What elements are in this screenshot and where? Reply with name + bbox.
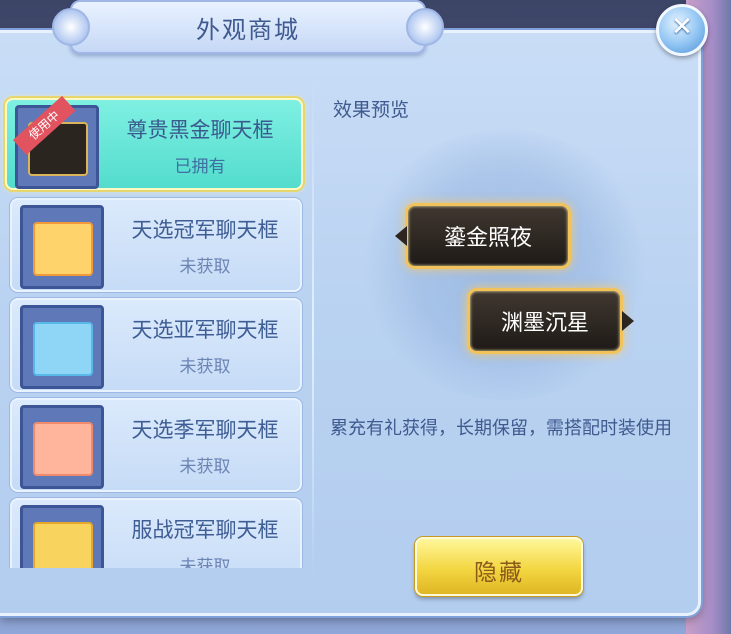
- item-name: 天选亚军聊天框: [131, 318, 279, 342]
- frame-thumbnail: [20, 505, 104, 568]
- item-description: 累充有礼获得，长期保留，需搭配时装使用: [330, 418, 672, 439]
- frame-thumbnail: [20, 305, 104, 389]
- item-name: 天选冠军聊天框: [131, 218, 279, 242]
- item-status: 未获取: [179, 457, 231, 477]
- frame-preview-icon: [33, 222, 93, 276]
- window-title: 外观商城: [196, 16, 300, 44]
- list-item[interactable]: 使用中 尊贵黑金聊天框 已拥有: [5, 95, 303, 190]
- list-item[interactable]: 天选季军聊天框 未获取: [10, 398, 302, 492]
- item-status: 未获取: [179, 357, 231, 377]
- item-name: 尊贵黑金聊天框: [126, 118, 274, 142]
- hide-button-label: 隐藏: [474, 560, 524, 586]
- item-status: 未获取: [179, 257, 231, 277]
- bubble-tail: [395, 226, 407, 246]
- item-name: 天选季军聊天框: [131, 418, 279, 442]
- list-item[interactable]: 天选亚军聊天框 未获取: [10, 298, 302, 392]
- frame-preview-icon: [33, 322, 93, 376]
- close-icon: ✕: [671, 12, 693, 42]
- panel-divider: [312, 80, 314, 580]
- hide-button[interactable]: 隐藏: [415, 537, 583, 596]
- bubble-text: 渊墨沉星: [500, 311, 589, 336]
- item-status: 未获取: [179, 557, 231, 568]
- close-button[interactable]: ✕: [656, 4, 708, 56]
- preview-bubble-right: 渊墨沉星: [467, 288, 634, 354]
- list-item[interactable]: 服战冠军聊天框 未获取: [10, 498, 302, 568]
- item-status: 已拥有: [174, 157, 226, 177]
- frame-preview-icon: [33, 422, 93, 476]
- bubble-text: 鎏金照夜: [443, 226, 532, 251]
- frame-thumbnail: [20, 205, 104, 289]
- item-name: 服战冠军聊天框: [131, 518, 279, 542]
- bubble-tail: [622, 311, 634, 331]
- preview-label: 效果预览: [333, 99, 410, 121]
- list-item[interactable]: 天选冠军聊天框 未获取: [10, 198, 302, 292]
- frame-preview-icon: [33, 522, 93, 568]
- frame-thumbnail: [20, 405, 104, 489]
- title-plate: 外观商城: [52, 0, 444, 54]
- frame-list[interactable]: 使用中 尊贵黑金聊天框 已拥有 天选冠军聊天框 未获取 天选亚军聊天框 未获取 …: [0, 88, 312, 568]
- preview-bubble-left: 鎏金照夜: [395, 203, 571, 269]
